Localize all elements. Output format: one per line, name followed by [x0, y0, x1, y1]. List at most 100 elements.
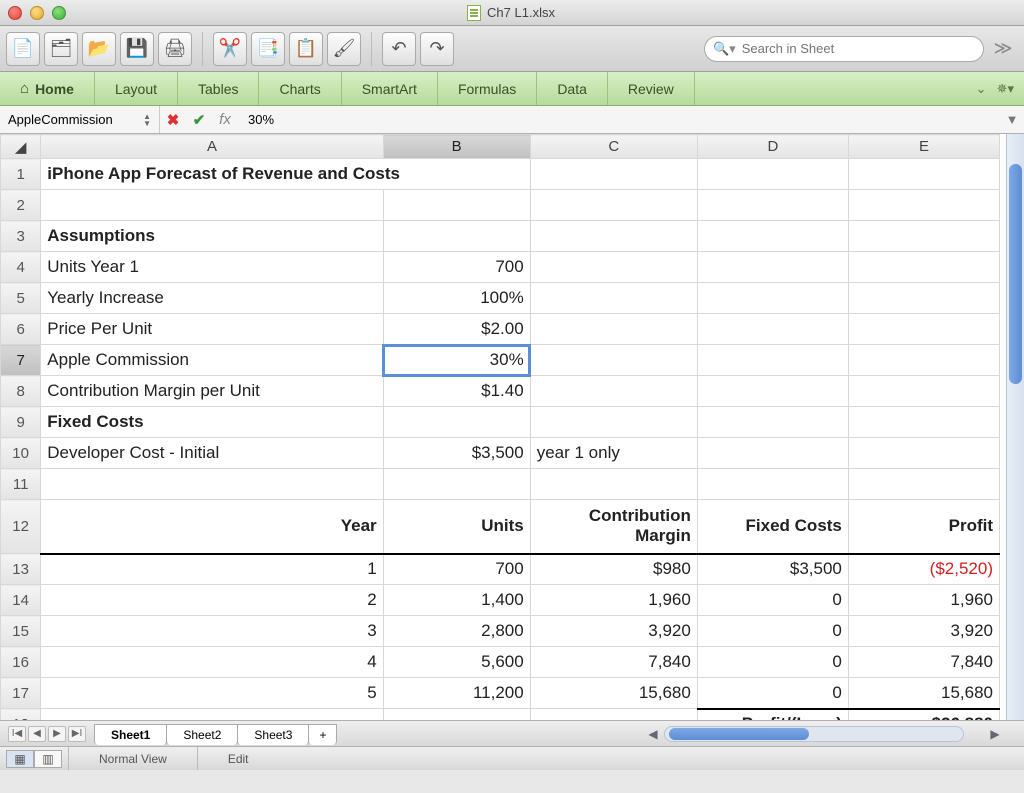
row-header[interactable]: 12 — [1, 500, 41, 554]
cell[interactable] — [697, 283, 848, 314]
sheet-tab-sheet1[interactable]: Sheet1 — [94, 724, 167, 745]
cell[interactable] — [530, 252, 697, 283]
sheet-nav-first-icon[interactable]: I◀ — [8, 726, 26, 742]
cell[interactable]: 5,600 — [383, 647, 530, 678]
cell[interactable] — [530, 159, 697, 190]
select-all-corner[interactable]: ◢ — [1, 135, 41, 159]
add-sheet-button[interactable]: + — [308, 724, 337, 745]
cell[interactable] — [848, 159, 999, 190]
cell[interactable]: 5 — [41, 678, 383, 709]
cell[interactable]: 3,920 — [848, 616, 999, 647]
cell[interactable] — [697, 407, 848, 438]
cell[interactable]: 1,400 — [383, 585, 530, 616]
cell[interactable]: Units Year 1 — [41, 252, 383, 283]
row-header[interactable]: 17 — [1, 678, 41, 709]
cell[interactable]: Fixed Costs — [41, 407, 383, 438]
cell[interactable]: 0 — [697, 616, 848, 647]
cell[interactable]: Year — [41, 500, 383, 554]
vertical-scrollbar[interactable] — [1006, 134, 1024, 720]
row-header[interactable]: 2 — [1, 190, 41, 221]
toolbar-overflow-icon[interactable]: ≫ — [988, 38, 1018, 59]
fx-icon[interactable]: fx — [212, 111, 238, 128]
col-header-B[interactable]: B — [383, 135, 530, 159]
cell[interactable]: Yearly Increase — [41, 283, 383, 314]
row-header[interactable]: 9 — [1, 407, 41, 438]
cell[interactable] — [848, 190, 999, 221]
cell[interactable] — [697, 345, 848, 376]
cell[interactable] — [697, 190, 848, 221]
cell[interactable] — [848, 314, 999, 345]
cell[interactable] — [848, 407, 999, 438]
cell[interactable]: 15,680 — [848, 678, 999, 709]
cell[interactable] — [697, 314, 848, 345]
row-header[interactable]: 4 — [1, 252, 41, 283]
name-box[interactable]: AppleCommission ▲▼ — [0, 106, 160, 133]
cell[interactable] — [848, 221, 999, 252]
sheet-nav-next-icon[interactable]: ▶ — [48, 726, 66, 742]
cell[interactable]: iPhone App Forecast of Revenue and Costs — [41, 159, 530, 190]
cell[interactable] — [530, 190, 697, 221]
row-header[interactable]: 7 — [1, 345, 41, 376]
cell[interactable] — [530, 469, 697, 500]
row-header[interactable]: 14 — [1, 585, 41, 616]
cell[interactable] — [383, 190, 530, 221]
row-header[interactable]: 1 — [1, 159, 41, 190]
cell[interactable]: 700 — [383, 252, 530, 283]
ribbon-settings-icon[interactable]: ✵▾ — [997, 81, 1014, 97]
cell[interactable]: Contribution Margin — [530, 500, 697, 554]
cell[interactable]: Profit/(Loss) — [697, 709, 848, 721]
cell[interactable]: 1,960 — [848, 585, 999, 616]
format-painter-button[interactable]: 🖌 — [327, 32, 361, 66]
cell[interactable] — [383, 709, 530, 721]
ribbon-tab-charts[interactable]: Charts — [259, 72, 341, 105]
hscroll-right-icon[interactable]: ▶ — [987, 727, 1003, 741]
row-header[interactable]: 6 — [1, 314, 41, 345]
col-header-D[interactable]: D — [697, 135, 848, 159]
ribbon-collapse-icon[interactable]: ⌄ — [976, 81, 987, 97]
cell[interactable]: $980 — [530, 554, 697, 585]
worksheet-grid[interactable]: ◢ A B C D E 1iPhone App Forecast of Reve… — [0, 134, 1000, 720]
sheet-nav-prev-icon[interactable]: ◀ — [28, 726, 46, 742]
cell[interactable]: 0 — [697, 678, 848, 709]
undo-button[interactable]: ↶ — [382, 32, 416, 66]
row-header[interactable]: 8 — [1, 376, 41, 407]
cell[interactable]: 1 — [41, 554, 383, 585]
cell[interactable]: $2.00 — [383, 314, 530, 345]
row-header[interactable]: 18 — [1, 709, 41, 721]
formula-cancel-button[interactable]: ✖ — [160, 111, 186, 129]
cell[interactable]: 2,800 — [383, 616, 530, 647]
templates-button[interactable]: 🗂 — [44, 32, 78, 66]
close-icon[interactable] — [8, 6, 22, 20]
cell[interactable] — [530, 283, 697, 314]
col-header-E[interactable]: E — [848, 135, 999, 159]
cell[interactable] — [697, 438, 848, 469]
cell[interactable]: 15,680 — [530, 678, 697, 709]
cell[interactable]: year 1 only — [530, 438, 697, 469]
cell[interactable] — [530, 709, 697, 721]
cell[interactable]: 4 — [41, 647, 383, 678]
row-header[interactable]: 3 — [1, 221, 41, 252]
cut-button[interactable]: ✂️ — [213, 32, 247, 66]
ribbon-tab-data[interactable]: Data — [537, 72, 608, 105]
row-header[interactable]: 15 — [1, 616, 41, 647]
cell[interactable]: Units — [383, 500, 530, 554]
ribbon-tab-smartart[interactable]: SmartArt — [342, 72, 438, 105]
cell[interactable]: 700 — [383, 554, 530, 585]
cell[interactable] — [530, 407, 697, 438]
cell[interactable] — [848, 252, 999, 283]
ribbon-tab-review[interactable]: Review — [608, 72, 695, 105]
cell[interactable]: ($2,520) — [848, 554, 999, 585]
page-layout-view-button[interactable]: ▥ — [34, 750, 62, 768]
formula-value[interactable]: 30% — [238, 112, 1000, 127]
print-button[interactable]: 🖨 — [158, 32, 192, 66]
cell[interactable] — [848, 283, 999, 314]
cell[interactable] — [848, 469, 999, 500]
cell-selected[interactable]: 30% — [383, 345, 530, 376]
cell[interactable] — [530, 221, 697, 252]
minimize-icon[interactable] — [30, 6, 44, 20]
copy-button[interactable]: 📑 — [251, 32, 285, 66]
cell[interactable] — [383, 221, 530, 252]
formula-confirm-button[interactable]: ✔ — [186, 111, 212, 129]
new-button[interactable]: 📄 — [6, 32, 40, 66]
col-header-A[interactable]: A — [41, 135, 383, 159]
